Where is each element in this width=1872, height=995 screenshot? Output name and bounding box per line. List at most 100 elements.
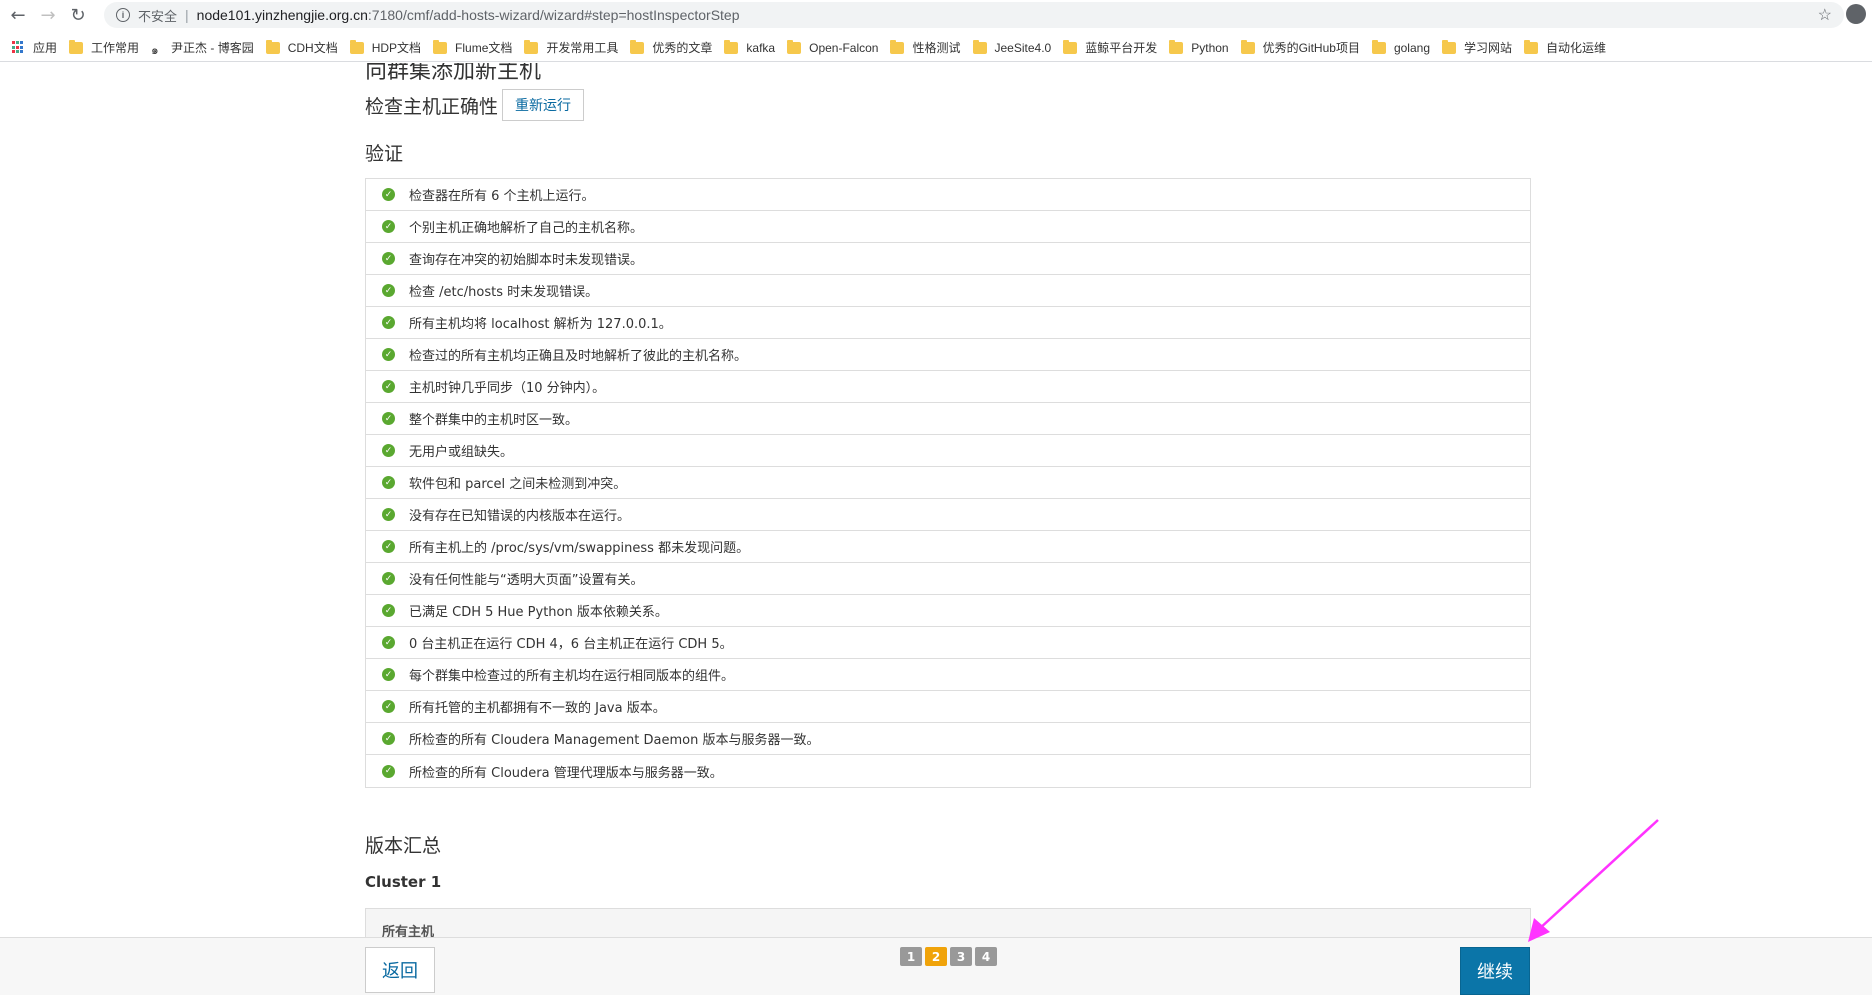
bookmark-item[interactable]: kafka bbox=[724, 39, 776, 55]
bookmark-item[interactable]: golang bbox=[1371, 39, 1430, 55]
continue-button[interactable]: 继续 bbox=[1460, 947, 1530, 995]
url-host: node101.yinzhengjie.org.cn bbox=[196, 7, 368, 23]
bookmark-item[interactable]: Python bbox=[1169, 39, 1229, 55]
bookmark-item[interactable]: HDP文档 bbox=[349, 39, 422, 56]
page-title: 向群集添加新主机 bbox=[365, 63, 542, 84]
validation-row: ✓ 每个群集中检查过的所有主机均在运行相同版本的组件。 bbox=[366, 659, 1530, 691]
check-circle-icon: ✓ bbox=[382, 188, 395, 201]
validation-text: 所有主机均将 localhost 解析为 127.0.0.1。 bbox=[409, 317, 672, 332]
bookmark-item[interactable]: 开发常用工具 bbox=[524, 39, 618, 56]
step-2[interactable]: 2 bbox=[925, 947, 947, 966]
validation-row: ✓ 已满足 CDH 5 Hue Python 版本依赖关系。 bbox=[366, 595, 1530, 627]
step-1[interactable]: 1 bbox=[900, 947, 922, 966]
validation-row: ✓ 所有托管的主机都拥有不一致的 Java 版本。 bbox=[366, 691, 1530, 723]
validation-text: 所检查的所有 Cloudera Management Daemon 版本与服务器… bbox=[409, 733, 820, 748]
folder-icon bbox=[1169, 39, 1184, 54]
bookmark-item[interactable]: 优秀的GitHub项目 bbox=[1240, 39, 1360, 56]
validation-text: 软件包和 parcel 之间未检测到冲突。 bbox=[409, 477, 627, 492]
rerun-button[interactable]: 重新运行 bbox=[502, 89, 585, 121]
validation-text: 所检查的所有 Cloudera 管理代理版本与服务器一致。 bbox=[409, 765, 723, 781]
validation-heading: 验证 bbox=[365, 143, 404, 165]
validation-text: 已满足 CDH 5 Hue Python 版本依赖关系。 bbox=[409, 605, 668, 620]
bookmark-label: 性格测试 bbox=[912, 41, 961, 55]
folder-icon bbox=[1524, 39, 1539, 54]
bookmark-label: 自动化运维 bbox=[1546, 41, 1607, 55]
wizard-footer: 返回 1234 继续 bbox=[0, 937, 1872, 995]
validation-text: 检查过的所有主机均正确且及时地解析了彼此的主机名称。 bbox=[409, 349, 748, 364]
back-arrow-icon[interactable]: ← bbox=[6, 3, 30, 27]
bookmark-star-icon[interactable]: ☆ bbox=[1818, 5, 1832, 25]
validation-row: ✓ 检查 /etc/hosts 时未发现错误。 bbox=[366, 275, 1530, 307]
address-bar[interactable]: i 不安全 | node101.yinzhengjie.org.cn :7180… bbox=[104, 2, 1844, 28]
validation-row: ✓ 所有主机均将 localhost 解析为 127.0.0.1。 bbox=[366, 307, 1530, 339]
validation-row: ✓ 软件包和 parcel 之间未检测到冲突。 bbox=[366, 467, 1530, 499]
check-circle-icon: ✓ bbox=[382, 700, 395, 713]
bookmark-label: 蓝鲸平台开发 bbox=[1085, 41, 1158, 55]
reload-icon[interactable]: ↻ bbox=[66, 3, 90, 27]
page-subtitle: 检查主机正确性 bbox=[365, 95, 499, 118]
validation-row: ✓ 检查过的所有主机均正确且及时地解析了彼此的主机名称。 bbox=[366, 339, 1530, 371]
bookmark-item[interactable]: 自动化运维 bbox=[1524, 39, 1606, 56]
folder-icon bbox=[265, 39, 280, 54]
bookmark-label: 开发常用工具 bbox=[546, 41, 619, 55]
step-4[interactable]: 4 bbox=[975, 947, 997, 966]
validation-text: 没有任何性能与“透明大页面”设置有关。 bbox=[409, 573, 644, 588]
validation-row: ✓ 没有存在已知错误的内核版本在运行。 bbox=[366, 499, 1530, 531]
check-circle-icon: ✓ bbox=[382, 284, 395, 297]
check-circle-icon: ✓ bbox=[382, 540, 395, 553]
insecure-label: 不安全 bbox=[138, 8, 178, 24]
bookmark-item[interactable]: ๑ 尹正杰 - 博客园 bbox=[151, 39, 254, 57]
bookmark-item[interactable]: 学习网站 bbox=[1442, 39, 1512, 56]
bookmark-item[interactable]: 蓝鲸平台开发 bbox=[1063, 39, 1157, 56]
bookmark-label: 优秀的GitHub项目 bbox=[1262, 41, 1360, 55]
validation-row: ✓ 主机时钟几乎同步（10 分钟内）。 bbox=[366, 371, 1530, 403]
bookmark-label: CDH文档 bbox=[287, 41, 338, 55]
browser-toolbar: ← → ↻ i 不安全 | node101.yinzhengjie.org.cn… bbox=[0, 0, 1872, 30]
validation-text: 整个群集中的主机时区一致。 bbox=[409, 413, 579, 428]
folder-icon bbox=[524, 39, 539, 54]
inspector-header: 检查主机正确性 重新运行 bbox=[365, 89, 585, 121]
address-separator: | bbox=[185, 7, 189, 23]
validation-row: ✓ 个别主机正确地解析了自己的主机名称。 bbox=[366, 211, 1530, 243]
folder-icon bbox=[1063, 39, 1078, 54]
bookmark-item[interactable]: 性格测试 bbox=[890, 39, 961, 56]
bookmark-item[interactable]: CDH文档 bbox=[265, 39, 338, 56]
folder-icon bbox=[724, 39, 739, 54]
check-circle-icon: ✓ bbox=[382, 668, 395, 681]
bookmark-label: HDP文档 bbox=[371, 41, 422, 55]
bookmark-item[interactable]: JeeSite4.0 bbox=[972, 39, 1051, 55]
validation-row: ✓ 所检查的所有 Cloudera Management Daemon 版本与服务… bbox=[366, 723, 1530, 755]
check-circle-icon: ✓ bbox=[382, 252, 395, 265]
bookmark-label: Open-Falcon bbox=[809, 40, 879, 55]
validation-row: ✓ 所有主机上的 /proc/sys/vm/swappiness 都未发现问题。 bbox=[366, 531, 1530, 563]
all-hosts-header: 所有主机 bbox=[365, 908, 1531, 937]
bookmark-item[interactable]: 应用 bbox=[12, 39, 57, 56]
bookmark-item[interactable]: Flume文档 bbox=[433, 39, 512, 56]
bookmark-label: 尹正杰 - 博客园 bbox=[171, 41, 254, 55]
apps-grid-icon bbox=[12, 41, 25, 54]
check-circle-icon: ✓ bbox=[382, 220, 395, 233]
validation-text: 没有存在已知错误的内核版本在运行。 bbox=[409, 509, 631, 524]
bookmark-label: golang bbox=[1393, 40, 1430, 55]
check-circle-icon: ✓ bbox=[382, 412, 395, 425]
validation-text: 每个群集中检查过的所有主机均在运行相同版本的组件。 bbox=[409, 669, 735, 684]
version-summary-heading: 版本汇总 bbox=[365, 835, 442, 857]
profile-avatar[interactable] bbox=[1846, 4, 1866, 24]
check-circle-icon: ✓ bbox=[382, 508, 395, 521]
bookmark-label: 优秀的文章 bbox=[652, 41, 713, 55]
validation-row: ✓ 0 台主机正在运行 CDH 4，6 台主机正在运行 CDH 5。 bbox=[366, 627, 1530, 659]
bookmark-label: kafka bbox=[746, 40, 776, 55]
bookmark-item[interactable]: Open-Falcon bbox=[787, 39, 879, 55]
back-button[interactable]: 返回 bbox=[365, 947, 435, 993]
forward-arrow-icon[interactable]: → bbox=[36, 3, 60, 27]
validation-row: ✓ 查询存在冲突的初始脚本时未发现错误。 bbox=[366, 243, 1530, 275]
step-3[interactable]: 3 bbox=[950, 947, 972, 966]
wizard-page: 向群集添加新主机 检查主机正确性 重新运行 验证 ✓ 检查器在所有 6 个主机上运… bbox=[0, 63, 1872, 937]
folder-icon bbox=[972, 39, 987, 54]
bookmark-item[interactable]: 优秀的文章 bbox=[630, 39, 712, 56]
check-circle-icon: ✓ bbox=[382, 572, 395, 585]
info-icon[interactable]: i bbox=[116, 8, 130, 22]
bookmark-item[interactable]: 工作常用 bbox=[69, 39, 139, 56]
folder-icon bbox=[349, 39, 364, 54]
bookmark-label: 工作常用 bbox=[91, 41, 140, 55]
